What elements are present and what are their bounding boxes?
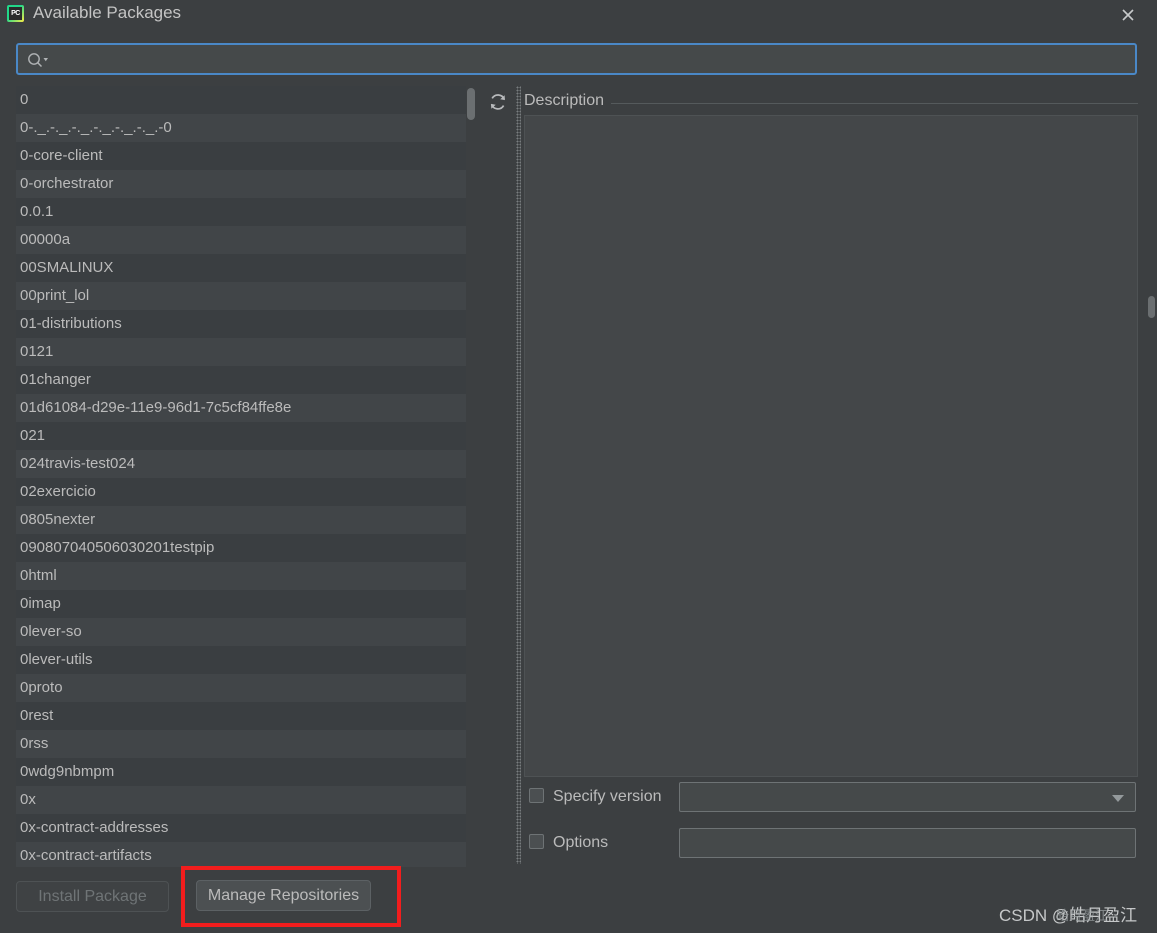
description-scrollbar-thumb[interactable] — [1148, 296, 1155, 318]
description-label: Description — [524, 92, 612, 110]
options-row: Options — [529, 828, 1139, 858]
package-list-item[interactable]: 021 — [16, 422, 472, 450]
package-list-item[interactable]: 0805nexter — [16, 506, 472, 534]
specify-version-label: Specify version — [553, 788, 662, 805]
package-list-item[interactable]: 0121 — [16, 338, 472, 366]
window-title: Available Packages — [33, 3, 182, 22]
package-list-item[interactable]: 00SMALINUX — [16, 254, 472, 282]
search-input[interactable] — [52, 45, 1132, 73]
package-list-item[interactable]: 0x-contract-addresses — [16, 814, 472, 842]
watermark-ghost: 皓月盈江 — [1056, 908, 1109, 923]
specify-version-row: Specify version — [529, 782, 1139, 812]
package-list-item[interactable]: 0rest — [16, 702, 472, 730]
package-list-item[interactable]: 0.0.1 — [16, 198, 472, 226]
available-packages-dialog: PC Available Packages 0 0-._.-._.-._.-._.… — [0, 0, 1157, 933]
package-list-item[interactable]: 0wdg9nbmpm — [16, 758, 472, 786]
package-list-item[interactable]: 0 — [16, 86, 472, 114]
package-list-item[interactable]: 01-distributions — [16, 310, 472, 338]
package-list-item[interactable]: 0rss — [16, 730, 472, 758]
package-list-item[interactable]: 0lever-so — [16, 618, 472, 646]
package-list-scrollbar-track[interactable] — [466, 86, 476, 867]
chevron-down-icon — [1112, 795, 1124, 802]
package-list-item[interactable]: 0html — [16, 562, 472, 590]
package-list-item[interactable]: 01d61084-d29e-11e9-96d1-7c5cf84ffe8e — [16, 394, 472, 422]
package-list-item[interactable]: 00000a — [16, 226, 472, 254]
package-list-item[interactable]: 0x-contract-artifacts — [16, 842, 472, 867]
pycharm-icon: PC — [7, 5, 24, 22]
package-list-item[interactable]: 01changer — [16, 366, 472, 394]
package-list-item[interactable]: 0proto — [16, 674, 472, 702]
version-dropdown[interactable] — [679, 782, 1136, 812]
title-bar: PC Available Packages — [0, 0, 1157, 30]
options-checkbox[interactable] — [529, 834, 544, 849]
search-icon[interactable] — [27, 52, 49, 68]
package-list-inner: 0 0-._.-._.-._.-._.-._.-._.-0 0-core-clien… — [16, 86, 472, 867]
package-list-item[interactable]: 0imap — [16, 590, 472, 618]
package-list-item[interactable]: 02exercicio — [16, 478, 472, 506]
pycharm-icon-label: PC — [9, 7, 22, 20]
package-list-item[interactable]: 090807040506030201testpip — [16, 534, 472, 562]
package-list[interactable]: 0 0-._.-._.-._.-._.-._.-._.-0 0-core-clien… — [16, 86, 472, 867]
install-package-button[interactable]: Install Package — [16, 881, 169, 912]
package-list-item[interactable]: 0x — [16, 786, 472, 814]
search-field[interactable] — [16, 43, 1137, 75]
manage-repositories-button[interactable]: Manage Repositories — [196, 880, 371, 911]
options-label: Options — [553, 834, 609, 851]
close-icon[interactable] — [1115, 2, 1141, 28]
package-list-item[interactable]: 00print_lol — [16, 282, 472, 310]
specify-version-checkbox[interactable] — [529, 788, 544, 803]
package-list-item[interactable]: 024travis-test024 — [16, 450, 472, 478]
description-content — [524, 115, 1138, 777]
refresh-icon[interactable] — [487, 91, 509, 113]
panel-splitter[interactable] — [516, 86, 521, 864]
package-list-item[interactable]: 0-._.-._.-._.-._.-._.-._.-0 — [16, 114, 472, 142]
package-list-scrollbar-thumb[interactable] — [467, 88, 475, 120]
package-list-item[interactable]: 0lever-utils — [16, 646, 472, 674]
description-separator — [524, 103, 1138, 104]
package-list-item[interactable]: 0-orchestrator — [16, 170, 472, 198]
options-input[interactable] — [679, 828, 1136, 858]
package-list-item[interactable]: 0-core-client — [16, 142, 472, 170]
